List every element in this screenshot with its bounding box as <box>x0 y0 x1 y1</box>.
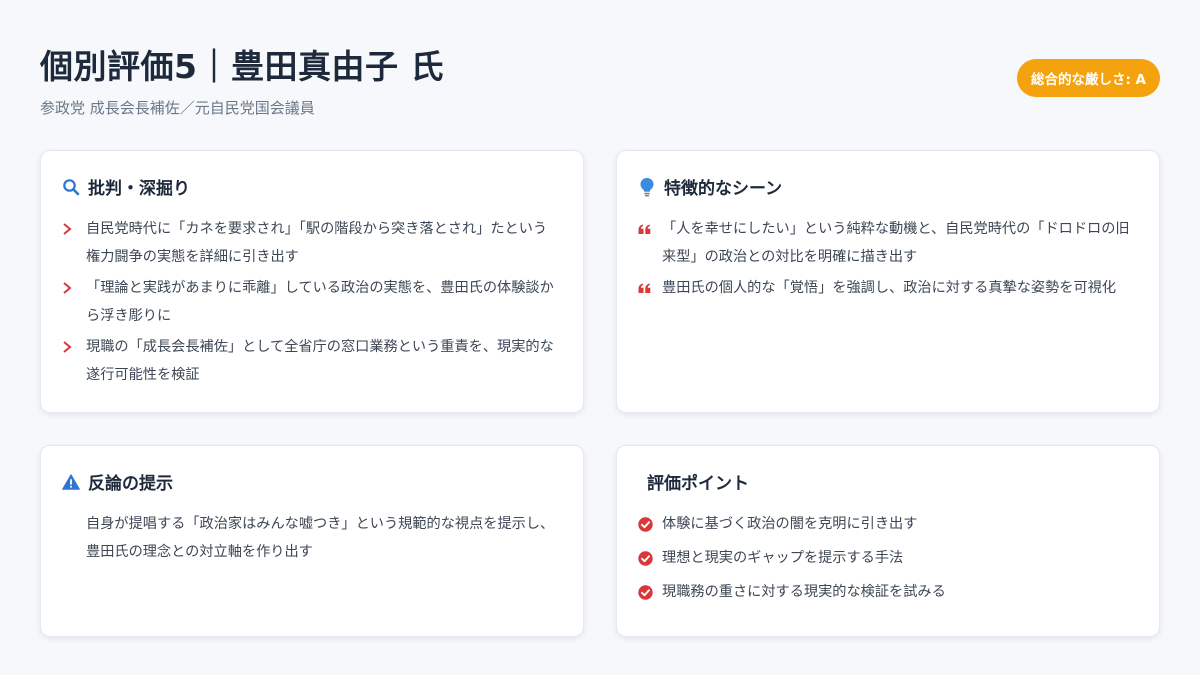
list-item: 理想と現実のギャップを提示する手法 <box>638 544 1133 572</box>
chevron-right-icon <box>62 333 80 361</box>
list-item-text: 豊田氏の個人的な「覚悟」を強調し、政治に対する真摯な姿勢を可視化 <box>662 280 1117 296</box>
list-item: 自民党時代に「カネを要求され」「駅の階段から突き落とされ」たという権力闘争の実態… <box>62 215 557 271</box>
lightbulb-icon <box>638 177 656 196</box>
scene-card-title: 特徴的なシーン <box>664 179 783 199</box>
list-item: 「理論と実践があまりに乖離」している政治の実態を、豊田氏の体験談から浮き彫りに <box>62 274 557 330</box>
check-circle-icon <box>638 510 656 538</box>
critique-card: 批判・深掘り 自民党時代に「カネを要求され」「駅の階段から突き落とされ」たという… <box>40 150 584 413</box>
list-item-text: 現職務の重さに対する現実的な検証を試みる <box>662 584 946 600</box>
chevron-right-icon <box>62 274 80 302</box>
evaluation-card-title: 評価ポイント <box>647 474 749 494</box>
list-item: 「人を幸せにしたい」という純粋な動機と、自民党時代の「ドロドロの旧来型」の政治と… <box>638 215 1133 271</box>
scene-card: 特徴的なシーン 「人を幸せにしたい」という純粋な動機と、自民党時代の「ドロドロの… <box>616 150 1160 413</box>
check-circle-icon <box>638 578 656 606</box>
severity-badge: 総合的な厳しさ: A <box>1016 59 1160 97</box>
list-item-text: 「人を幸せにしたい」という純粋な動機と、自民党時代の「ドロドロの旧来型」の政治と… <box>662 221 1130 265</box>
check-circle-icon <box>638 544 656 572</box>
scene-list: 「人を幸せにしたい」という純粋な動機と、自民党時代の「ドロドロの旧来型」の政治と… <box>638 215 1133 305</box>
list-item: 豊田氏の個人的な「覚悟」を強調し、政治に対する真摯な姿勢を可視化 <box>638 274 1133 302</box>
list-item-text: 現職の「成長会長補佐」として全省庁の窓口業務という重責を、現実的な遂行可能性を検… <box>86 339 554 383</box>
evaluation-card-header: 評価ポイント <box>647 469 749 494</box>
quote-icon <box>638 215 656 243</box>
critique-card-header: 批判・深掘り <box>62 174 190 199</box>
evaluation-list: 体験に基づく政治の闇を克明に引き出す 理想と現実のギャップを提示する手法 現職務… <box>638 510 1133 612</box>
scene-card-header: 特徴的なシーン <box>638 174 782 199</box>
warning-icon <box>62 473 80 491</box>
evaluation-slide: 個別評価5｜豊田真由子 氏 参政党 成長会長補佐／元自民党国会議員 総合的な厳し… <box>0 0 1200 675</box>
counter-card-text: 自身が提唱する「政治家はみんな嘘つき」という規範的な視点を提示し、豊田氏の理念と… <box>86 516 555 560</box>
list-item-text: 「理論と実践があまりに乖離」している政治の実態を、豊田氏の体験談から浮き彫りに <box>86 280 554 324</box>
list-item-text: 理想と現実のギャップを提示する手法 <box>662 550 904 566</box>
counter-card-header: 反論の提示 <box>62 469 173 494</box>
evaluation-card: 評価ポイント 体験に基づく政治の闇を克明に引き出す 理想と現実のギャップを提示す… <box>616 445 1160 637</box>
list-item: 現職の「成長会長補佐」として全省庁の窓口業務という重責を、現実的な遂行可能性を検… <box>62 333 557 389</box>
critique-card-title: 批判・深掘り <box>88 179 190 199</box>
critique-list: 自民党時代に「カネを要求され」「駅の階段から突き落とされ」たという権力闘争の実態… <box>62 215 557 392</box>
counter-card-title: 反論の提示 <box>88 474 173 494</box>
quote-icon <box>638 274 656 302</box>
page-title: 個別評価5｜豊田真由子 氏 <box>40 47 444 86</box>
list-item: 現職務の重さに対する現実的な検証を試みる <box>638 578 1133 606</box>
list-item-text: 体験に基づく政治の闇を克明に引き出す <box>662 516 918 532</box>
chevron-right-icon <box>62 215 80 243</box>
list-item: 体験に基づく政治の闇を克明に引き出す <box>638 510 1133 538</box>
page-subtitle: 参政党 成長会長補佐／元自民党国会議員 <box>40 99 315 117</box>
counter-card: 反論の提示 自身が提唱する「政治家はみんな嘘つき」という規範的な視点を提示し、豊… <box>40 445 584 637</box>
list-item-text: 自民党時代に「カネを要求され」「駅の階段から突き落とされ」たという権力闘争の実態… <box>86 221 548 265</box>
search-icon <box>62 178 80 196</box>
